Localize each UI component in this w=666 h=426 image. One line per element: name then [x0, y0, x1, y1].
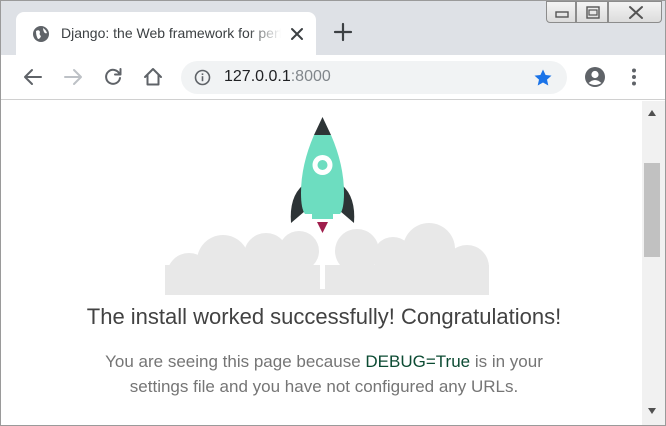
rocket-illustration [165, 117, 489, 295]
forward-arrow-icon[interactable] [62, 66, 84, 88]
cloud-shape [165, 223, 489, 295]
scroll-down-icon[interactable] [647, 407, 657, 415]
reload-icon[interactable] [102, 66, 124, 88]
minimize-icon [555, 11, 569, 18]
minimize-button[interactable] [546, 1, 576, 23]
page-viewport: The install worked successfully! Congrat… [1, 101, 642, 425]
plus-icon[interactable] [332, 21, 354, 43]
url-text[interactable]: 127.0.0.1:8000 [224, 68, 331, 86]
maximize-icon [586, 6, 600, 19]
close-window-button[interactable] [608, 1, 662, 23]
info-icon[interactable] [194, 69, 211, 86]
vertical-scrollbar[interactable] [642, 101, 665, 425]
home-icon[interactable] [142, 66, 164, 88]
browser-toolbar: 127.0.0.1:8000 [1, 55, 665, 100]
close-window-icon [629, 6, 643, 19]
back-arrow-icon[interactable] [22, 66, 44, 88]
tab-strip: Django: the Web framework for perfection… [1, 1, 665, 55]
scroll-up-icon[interactable] [647, 109, 657, 117]
kebab-menu-icon[interactable] [623, 66, 645, 88]
maximize-button[interactable] [576, 1, 608, 23]
tab-title: Django: the Web framework for perfection… [61, 25, 281, 41]
url-host: 127.0.0.1 [224, 68, 291, 85]
star-icon[interactable] [533, 68, 553, 88]
account-icon[interactable] [584, 66, 606, 88]
message-before: You are seeing this page because [105, 352, 366, 371]
scrollbar-thumb[interactable] [644, 163, 660, 257]
browser-window: Django: the Web framework for perfection… [0, 0, 666, 426]
close-icon[interactable] [288, 25, 306, 43]
debug-setting: DEBUG=True [365, 352, 471, 371]
globe-icon [32, 25, 50, 43]
tab-django[interactable]: Django: the Web framework for perfection… [16, 12, 316, 55]
url-port: :8000 [290, 68, 331, 85]
page-title: The install worked successfully! Congrat… [86, 304, 562, 329]
page-message: You are seeing this page because DEBUG=T… [91, 349, 557, 399]
address-bar[interactable]: 127.0.0.1:8000 [181, 61, 567, 94]
